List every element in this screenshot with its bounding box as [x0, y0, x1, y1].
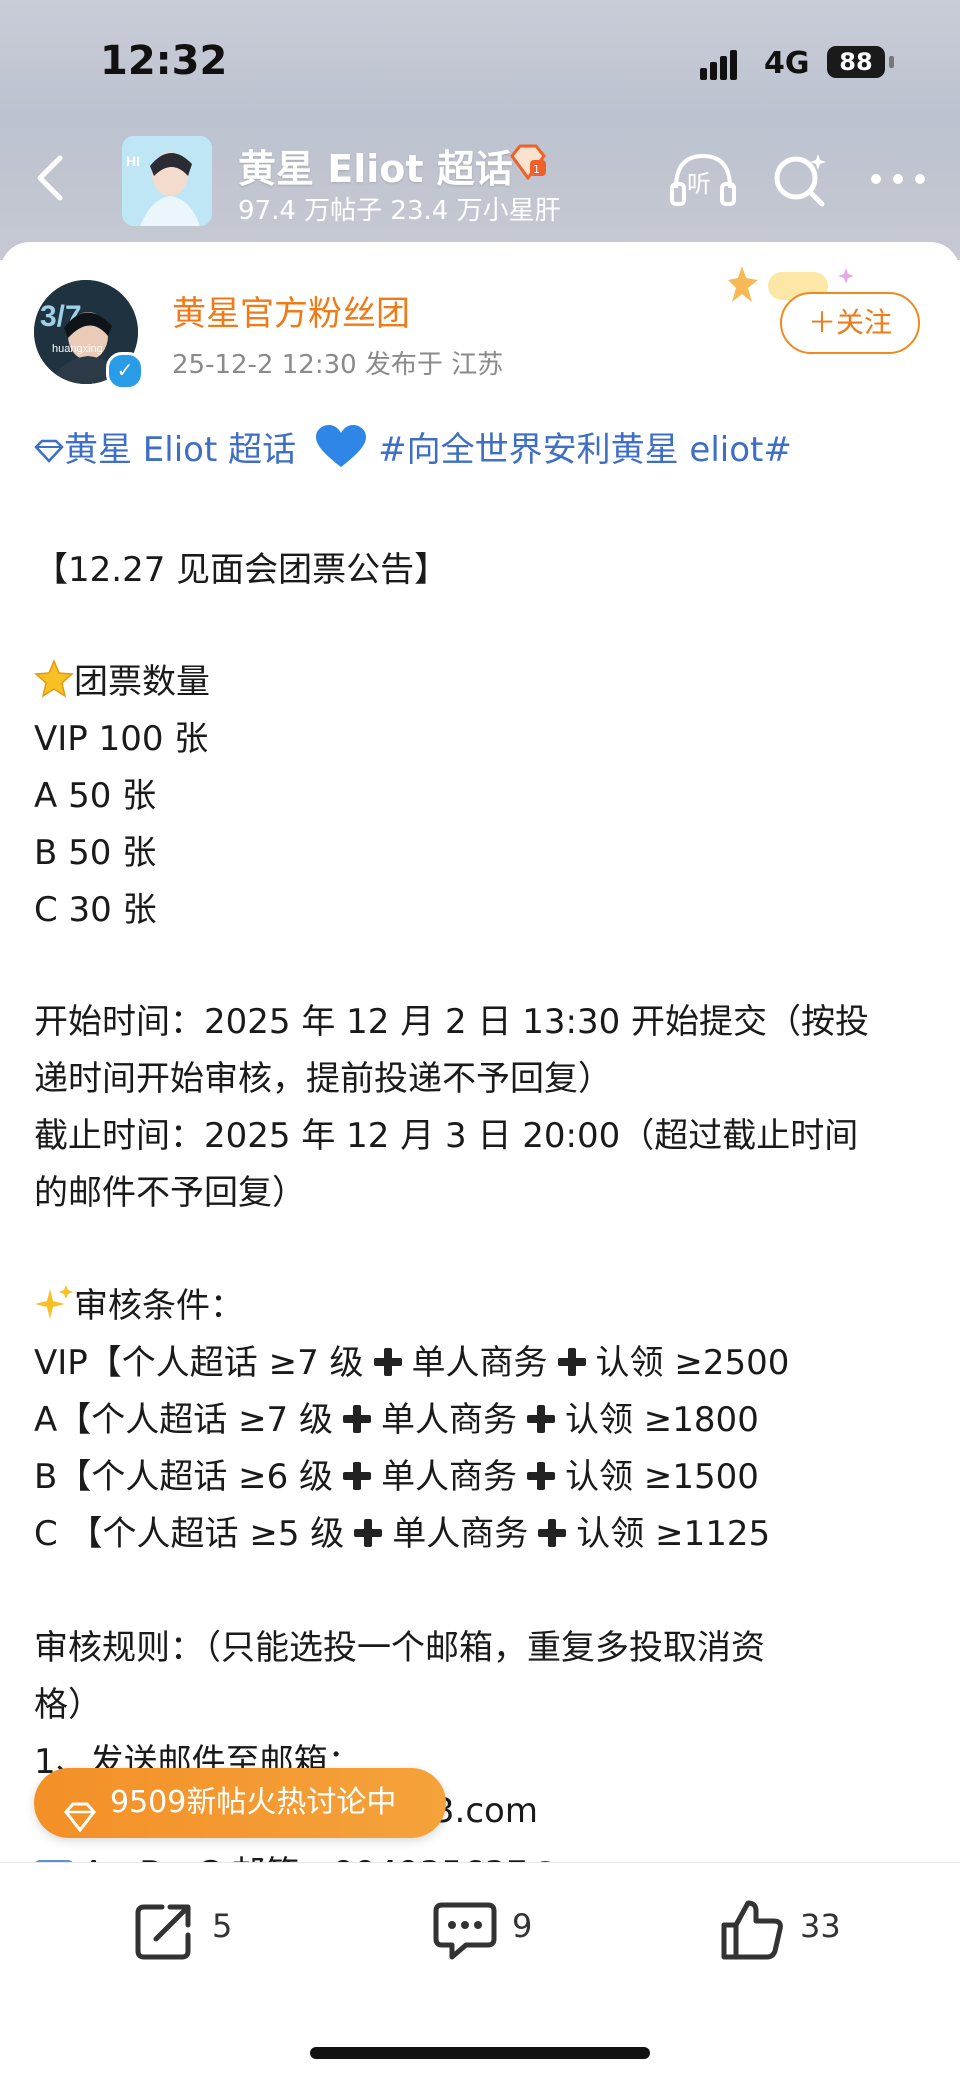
cond-c-business: 单人商务 [392, 1514, 529, 1554]
cond-b-business: 单人商务 [381, 1457, 518, 1497]
start-time-line-2: 递时间开始审核，提前投递不予回复） [34, 1059, 612, 1099]
status-bar: 12:32 4G 88 [0, 0, 960, 120]
cond-title-row: 审核条件： [34, 1278, 244, 1332]
nav-title[interactable]: 黄星 Eliot 超话 [238, 138, 513, 193]
gem-icon [34, 432, 64, 472]
svg-text:听: 听 [687, 170, 711, 198]
verified-badge-icon: ✓ [106, 352, 144, 390]
battery-cap [889, 56, 894, 68]
qty-title-row: 团票数量 [34, 654, 210, 708]
cond-vip-claim: 认领 ≥2500 [595, 1343, 790, 1383]
sparkles-icon [34, 1283, 74, 1332]
cond-vip: VIP【个人超话 ≥7 级 单人商务 认领 ≥2500 [34, 1335, 789, 1384]
cond-c-level: C 【个人超话 ≥5 级 [34, 1514, 345, 1554]
comment-count: 9 [512, 1907, 533, 1945]
cond-a: A【个人超话 ≥7 级 单人商务 认领 ≥1800 [34, 1392, 759, 1441]
qty-a: A 50 张 [34, 776, 157, 816]
end-time-line-2: 的邮件不予回复） [34, 1173, 306, 1213]
cond-title: 审核条件： [74, 1286, 244, 1326]
post-meta: 25-12-2 12:30 发布于 江苏 [172, 350, 504, 380]
hashtag-link[interactable]: #向全世界安利黄星 eliot# [378, 430, 792, 470]
qty-c: C 30 张 [34, 890, 157, 930]
supertopic-link[interactable]: 黄星 Eliot 超话 [64, 430, 296, 470]
plus-icon [527, 1405, 555, 1433]
blue-heart-icon [316, 425, 367, 478]
cond-c: C 【个人超话 ≥5 级 单人商务 认领 ≥1125 [34, 1506, 770, 1555]
hot-discussion-pill[interactable]: 9509新帖火热讨论中 [34, 1768, 446, 1838]
repost-count: 5 [212, 1907, 233, 1945]
signal-icon [700, 50, 740, 80]
post-headline: 【12.27 见面会团票公告】 [34, 550, 449, 590]
cond-c-claim: 认领 ≥1125 [576, 1514, 771, 1554]
comment-icon [432, 1897, 498, 1963]
network-label: 4G [764, 46, 810, 81]
comment-button[interactable]: 9 [432, 1893, 552, 1963]
like-button[interactable]: 33 [720, 1893, 860, 1963]
cond-b-claim: 认领 ≥1500 [565, 1457, 759, 1497]
cond-b-level: B【个人超话 ≥6 级 [34, 1457, 334, 1497]
follow-button[interactable]: ＋关注 [780, 292, 920, 354]
like-icon [720, 1897, 786, 1963]
nav-subtitle: 97.4 万帖子 23.4 万小星肝 [238, 196, 561, 226]
plus-icon [343, 1405, 371, 1433]
status-time: 12:32 [100, 38, 228, 84]
plus-icon [373, 1348, 402, 1376]
svg-text:HI: HI [126, 153, 140, 169]
author-name[interactable]: 黄星官方粉丝团 [172, 286, 410, 335]
hot-discussion-text: 9509新帖火热讨论中 [110, 1785, 397, 1820]
qty-b: B 50 张 [34, 833, 157, 873]
level-badge-icon: 1 [508, 144, 548, 181]
gem-icon [64, 1788, 96, 1833]
listen-icon[interactable]: 听 [668, 148, 738, 208]
cond-a-claim: 认领 ≥1800 [565, 1400, 759, 1440]
svg-text:1: 1 [533, 163, 540, 176]
plus-icon [538, 1519, 567, 1547]
cond-vip-business: 单人商务 [411, 1343, 548, 1383]
like-count: 33 [800, 1907, 841, 1945]
repost-button[interactable]: 5 [132, 1893, 252, 1963]
battery-icon: 88 [827, 46, 885, 78]
start-time-line-1: 开始时间：2025 年 12 月 2 日 13:30 开始提交（按投 [34, 1002, 870, 1042]
cond-vip-level: VIP【个人超话 ≥7 级 [34, 1343, 364, 1383]
topic-tags: 黄星 Eliot 超话 #向全世界安利黄星 eliot# [34, 422, 792, 478]
qty-vip: VIP 100 张 [34, 719, 209, 759]
post-card: 3/7 huangxing ✓ 黄星官方粉丝团 25-12-2 12:30 发布… [0, 242, 960, 1900]
end-time-line-1: 截止时间：2025 年 12 月 3 日 20:00（超过截止时间 [34, 1116, 859, 1156]
more-icon[interactable] [868, 164, 928, 194]
plus-icon [354, 1519, 383, 1547]
repost-icon [132, 1897, 198, 1963]
top-nav: HI 黄星 Eliot 超话 1 97.4 万帖子 23.4 万小星肝 听 [0, 120, 960, 240]
supertopic-avatar[interactable]: HI [122, 136, 212, 226]
qty-title: 团票数量 [74, 662, 210, 702]
star-icon [34, 659, 74, 708]
home-indicator [310, 2047, 650, 2059]
cond-a-level: A【个人超话 ≥7 级 [34, 1400, 333, 1440]
svg-text:huangxing: huangxing [52, 343, 103, 355]
plus-icon [343, 1462, 372, 1490]
rule-line-2: 格） [34, 1685, 102, 1725]
back-arrow-icon[interactable] [22, 148, 82, 208]
cond-a-business: 单人商务 [381, 1400, 517, 1440]
rule-line-1: 审核规则：（只能选投一个邮箱，重复多投取消资 [34, 1628, 765, 1668]
plus-icon [527, 1462, 556, 1490]
plus-icon [557, 1348, 586, 1376]
cond-b: B【个人超话 ≥6 级 单人商务 认领 ≥1500 [34, 1449, 759, 1498]
search-icon[interactable] [768, 148, 832, 212]
bottom-action-bar: 5 9 33 [0, 1862, 960, 2079]
